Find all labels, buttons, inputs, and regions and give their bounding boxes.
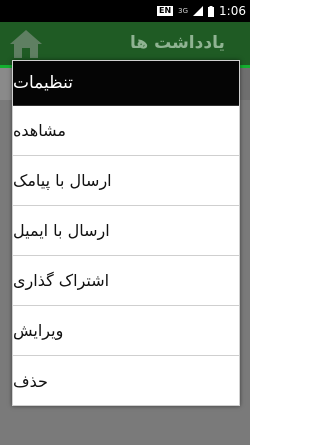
network-indicator: 3G bbox=[178, 7, 189, 15]
battery-icon bbox=[208, 5, 215, 17]
app-title: یادداشت ها bbox=[130, 33, 225, 53]
dialog-title: تنظیمات bbox=[13, 61, 239, 106]
menu-item-share[interactable]: اشتراک گذاری bbox=[13, 256, 239, 306]
menu-item-view[interactable]: مشاهده bbox=[13, 106, 239, 156]
home-icon[interactable] bbox=[6, 26, 46, 62]
menu-item-send-sms[interactable]: ارسال با پیامک bbox=[13, 156, 239, 206]
menu-item-delete[interactable]: حذف bbox=[13, 356, 239, 406]
settings-dialog: تنظیمات مشاهده ارسال با پیامک ارسال با ا… bbox=[12, 60, 240, 406]
menu-item-edit[interactable]: ویرایش bbox=[13, 306, 239, 356]
menu-item-send-email[interactable]: ارسال با ایمیل bbox=[13, 206, 239, 256]
clock: 1:06 bbox=[219, 4, 246, 18]
status-bar: EN 3G 1:06 bbox=[0, 0, 250, 22]
language-indicator: EN bbox=[156, 6, 174, 16]
signal-icon bbox=[193, 6, 204, 16]
